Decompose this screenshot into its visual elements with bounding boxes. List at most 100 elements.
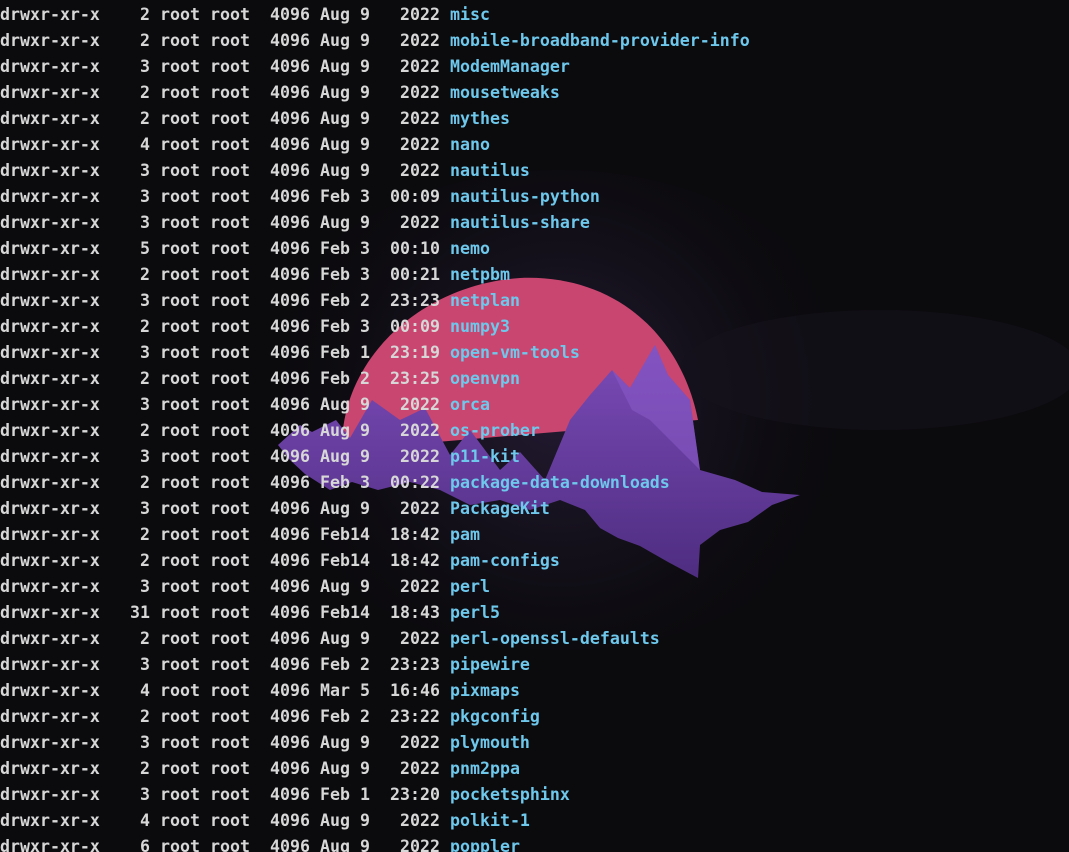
entry-day: 9 (360, 109, 370, 128)
entry-owner: root (160, 681, 200, 700)
entry-links: 4 (140, 681, 150, 700)
entry-month: Aug (320, 577, 350, 596)
directory-name: orca (450, 395, 490, 414)
entry-size: 4096 (270, 603, 310, 622)
entry-time: 2022 (400, 395, 440, 414)
entry-time: 2022 (400, 161, 440, 180)
entry-owner: root (160, 109, 200, 128)
entry-month: Aug (320, 109, 350, 128)
entry-size: 4096 (270, 811, 310, 830)
entry-links: 2 (140, 473, 150, 492)
entry-owner: root (160, 551, 200, 570)
entry-size: 4096 (270, 447, 310, 466)
entry-group: root (210, 525, 250, 544)
directory-name: pam (450, 525, 480, 544)
entry-month: Aug (320, 5, 350, 24)
entry-links: 2 (140, 525, 150, 544)
entry-month: Aug (320, 629, 350, 648)
entry-links: 3 (140, 213, 150, 232)
entry-day: 9 (360, 161, 370, 180)
directory-name: mousetweaks (450, 83, 560, 102)
entry-perm: drwxr-xr-x (0, 525, 100, 544)
entry-day: 2 (360, 369, 370, 388)
entry-links: 3 (140, 655, 150, 674)
entry-owner: root (160, 811, 200, 830)
entry-owner: root (160, 291, 200, 310)
entry-month: Feb (320, 603, 350, 622)
entry-day: 9 (360, 577, 370, 596)
entry-month: Aug (320, 213, 350, 232)
entry-size: 4096 (270, 681, 310, 700)
entry-owner: root (160, 629, 200, 648)
entry-month: Feb (320, 239, 350, 258)
entry-time: 16:46 (390, 681, 440, 700)
entry-owner: root (160, 421, 200, 440)
entry-time: 2022 (400, 837, 440, 852)
directory-name: openvpn (450, 369, 520, 388)
directory-name: mobile-broadband-provider-info (450, 31, 750, 50)
entry-links: 2 (140, 707, 150, 726)
entry-time: 2022 (400, 109, 440, 128)
entry-size: 4096 (270, 655, 310, 674)
entry-time: 2022 (400, 421, 440, 440)
entry-month: Feb (320, 551, 350, 570)
entry-day: 5 (360, 681, 370, 700)
entry-time: 2022 (400, 31, 440, 50)
entry-size: 4096 (270, 31, 310, 50)
entry-time: 23:23 (390, 655, 440, 674)
entry-time: 2022 (400, 57, 440, 76)
entry-day: 14 (350, 603, 370, 622)
directory-name: plymouth (450, 733, 530, 752)
entry-time: 00:09 (390, 317, 440, 336)
entry-day: 3 (360, 239, 370, 258)
entry-day: 9 (360, 733, 370, 752)
entry-perm: drwxr-xr-x (0, 239, 100, 258)
entry-group: root (210, 551, 250, 570)
entry-month: Aug (320, 83, 350, 102)
entry-size: 4096 (270, 369, 310, 388)
directory-name: pipewire (450, 655, 530, 674)
entry-day: 2 (360, 655, 370, 674)
entry-perm: drwxr-xr-x (0, 343, 100, 362)
entry-group: root (210, 395, 250, 414)
entry-perm: drwxr-xr-x (0, 629, 100, 648)
entry-group: root (210, 603, 250, 622)
entry-links: 2 (140, 83, 150, 102)
entry-month: Aug (320, 811, 350, 830)
directory-name: nautilus-python (450, 187, 600, 206)
entry-time: 2022 (400, 447, 440, 466)
entry-perm: drwxr-xr-x (0, 135, 100, 154)
entry-links: 3 (140, 343, 150, 362)
entry-time: 2022 (400, 629, 440, 648)
entry-day: 3 (360, 187, 370, 206)
directory-name: os-prober (450, 421, 540, 440)
entry-size: 4096 (270, 499, 310, 518)
entry-perm: drwxr-xr-x (0, 421, 100, 440)
entry-time: 2022 (400, 135, 440, 154)
terminal-window[interactable]: drwxr-xr-x 2 root root 4096 Aug 9 2022 misc drwxr… (0, 0, 1069, 852)
entry-day: 9 (360, 629, 370, 648)
entry-day: 14 (350, 551, 370, 570)
entry-day: 9 (360, 499, 370, 518)
entry-owner: root (160, 525, 200, 544)
entry-group: root (210, 343, 250, 362)
entry-owner: root (160, 473, 200, 492)
entry-size: 4096 (270, 473, 310, 492)
entry-size: 4096 (270, 551, 310, 570)
entry-time: 2022 (400, 733, 440, 752)
entry-day: 14 (350, 525, 370, 544)
directory-name: package-data-downloads (450, 473, 670, 492)
entry-links: 31 (130, 603, 150, 622)
entry-month: Feb (320, 265, 350, 284)
entry-group: root (210, 733, 250, 752)
entry-links: 4 (140, 135, 150, 154)
entry-perm: drwxr-xr-x (0, 473, 100, 492)
entry-time: 2022 (400, 83, 440, 102)
entry-owner: root (160, 395, 200, 414)
entry-size: 4096 (270, 109, 310, 128)
entry-perm: drwxr-xr-x (0, 395, 100, 414)
entry-owner: root (160, 187, 200, 206)
entry-links: 2 (140, 265, 150, 284)
entry-perm: drwxr-xr-x (0, 837, 100, 852)
entry-perm: drwxr-xr-x (0, 161, 100, 180)
